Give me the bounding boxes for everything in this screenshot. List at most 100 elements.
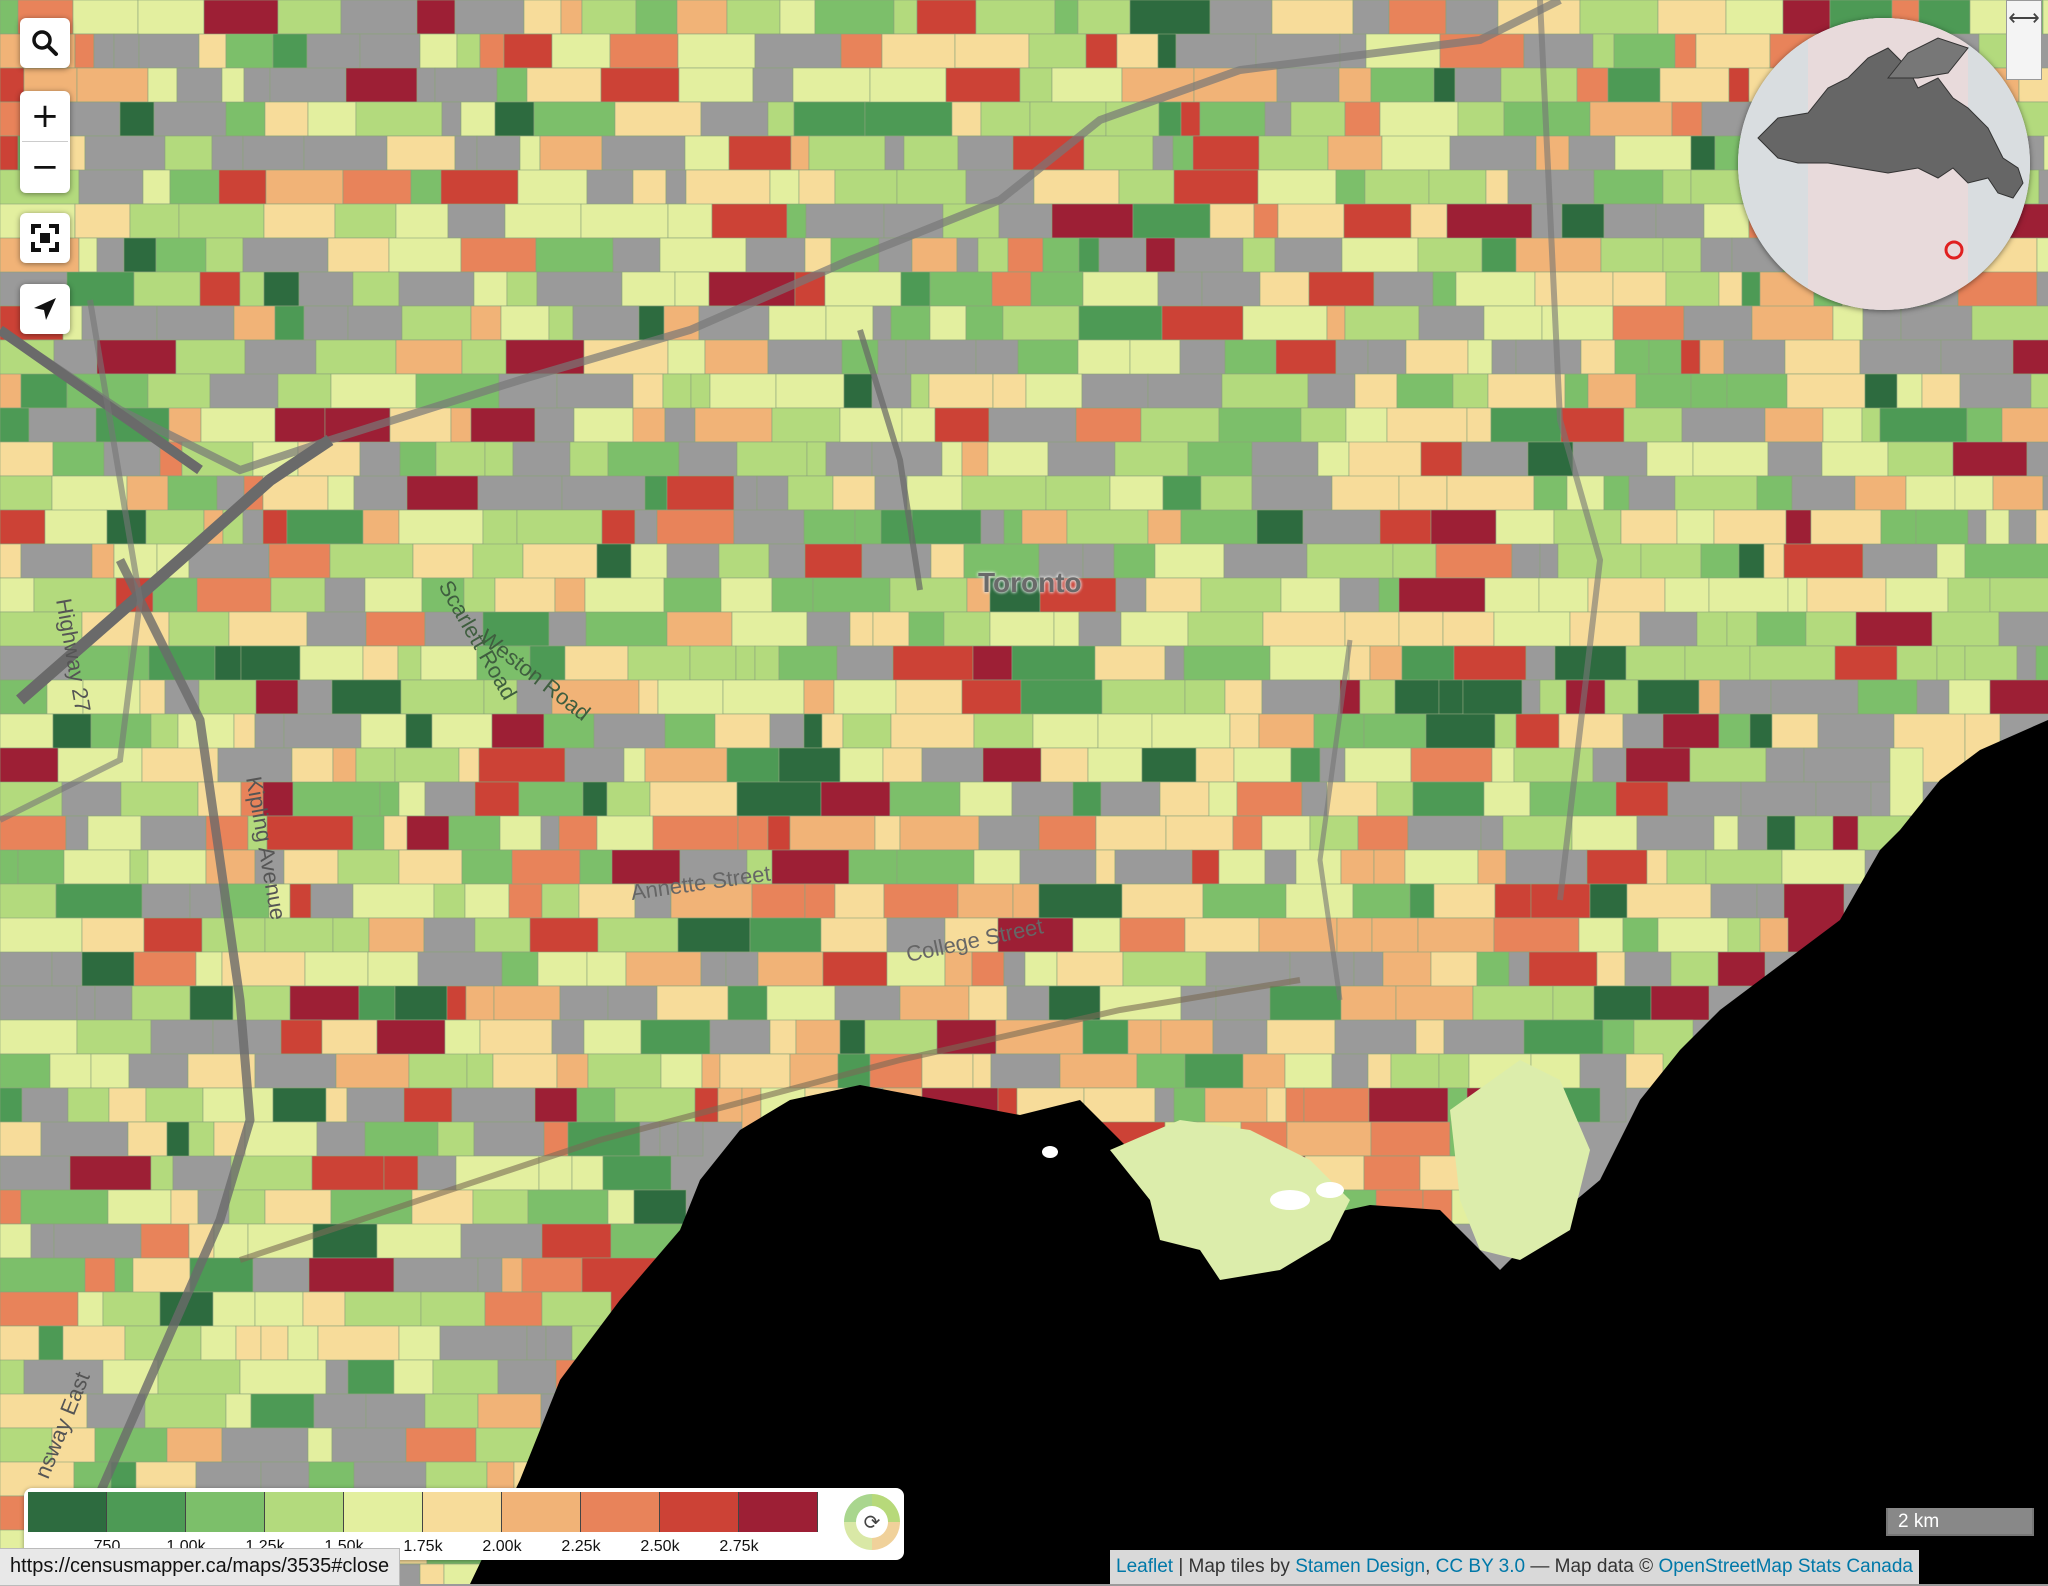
census-tract[interactable] — [1940, 339, 2014, 375]
census-tract[interactable] — [832, 475, 876, 511]
census-tract[interactable] — [694, 407, 773, 443]
census-tract[interactable] — [1674, 33, 1697, 69]
census-tract[interactable] — [501, 951, 539, 987]
census-tract[interactable] — [74, 203, 131, 239]
census-tract[interactable] — [2036, 237, 2048, 273]
census-tract[interactable] — [1242, 305, 1328, 341]
census-tract[interactable] — [775, 373, 845, 409]
census-tract[interactable] — [1382, 951, 1432, 987]
census-tract[interactable] — [1766, 815, 1796, 851]
census-tract[interactable] — [1157, 271, 1203, 307]
census-tract[interactable] — [1224, 679, 1263, 715]
census-tract[interactable] — [1396, 373, 1454, 409]
census-tract[interactable] — [142, 169, 171, 205]
census-tract[interactable] — [379, 781, 400, 817]
census-tract[interactable] — [200, 1325, 237, 1361]
census-tract[interactable] — [1141, 747, 1197, 783]
census-tract[interactable] — [1671, 101, 1703, 137]
census-tract[interactable] — [417, 1155, 457, 1191]
census-tract[interactable] — [346, 1087, 405, 1123]
census-tract[interactable] — [448, 815, 501, 851]
census-tract[interactable] — [806, 441, 827, 477]
census-tract[interactable] — [1592, 747, 1627, 783]
census-tract[interactable] — [1024, 951, 1058, 987]
census-tract[interactable] — [929, 271, 993, 307]
census-tract[interactable] — [398, 509, 484, 545]
census-tract[interactable] — [1078, 237, 1100, 273]
census-tract[interactable] — [473, 1121, 545, 1157]
census-tract[interactable] — [1737, 815, 1768, 851]
census-tract[interactable] — [884, 135, 905, 171]
census-tract[interactable] — [298, 271, 354, 307]
census-tract[interactable] — [353, 475, 408, 511]
census-tract[interactable] — [277, 0, 342, 35]
census-tract[interactable] — [737, 815, 769, 851]
census-tract[interactable] — [205, 237, 244, 273]
census-tract[interactable] — [825, 305, 874, 341]
census-tract[interactable] — [1119, 917, 1186, 953]
census-tract[interactable] — [424, 781, 476, 817]
census-tract[interactable] — [945, 67, 1021, 103]
census-tract[interactable] — [76, 67, 149, 103]
census-tract[interactable] — [1145, 237, 1176, 273]
zoom-in-button[interactable]: + — [20, 91, 70, 141]
census-tract[interactable] — [394, 985, 448, 1021]
census-tract[interactable] — [1989, 679, 2048, 715]
census-tract[interactable] — [1741, 271, 1761, 307]
census-tract[interactable] — [1420, 441, 1463, 477]
census-tract[interactable] — [1713, 509, 1787, 545]
census-tract[interactable] — [2030, 373, 2048, 409]
census-tract[interactable] — [602, 1155, 672, 1191]
census-tract[interactable] — [340, 0, 418, 35]
census-tract[interactable] — [1184, 679, 1226, 715]
census-tract[interactable] — [1787, 577, 1808, 613]
census-tract[interactable] — [836, 645, 894, 681]
census-tract[interactable] — [1453, 645, 1527, 681]
census-tract[interactable] — [808, 135, 886, 171]
census-tract[interactable] — [352, 271, 400, 307]
census-tract[interactable] — [1759, 917, 1789, 953]
census-tract[interactable] — [663, 577, 722, 613]
census-tract[interactable] — [102, 1291, 161, 1327]
census-tract[interactable] — [147, 849, 207, 885]
census-tract[interactable] — [767, 101, 795, 137]
census-tract[interactable] — [1690, 373, 1728, 409]
census-tract[interactable] — [168, 611, 230, 647]
census-tract[interactable] — [1433, 883, 1496, 919]
census-tract[interactable] — [493, 985, 561, 1021]
census-tract[interactable] — [1087, 747, 1143, 783]
census-tract[interactable] — [0, 781, 63, 817]
census-tract[interactable] — [839, 747, 884, 783]
census-tract[interactable] — [52, 441, 105, 477]
census-tract[interactable] — [164, 135, 213, 171]
census-tract[interactable] — [559, 985, 609, 1021]
census-tract[interactable] — [1952, 441, 2028, 477]
census-tract[interactable] — [1002, 305, 1080, 341]
census-tract[interactable] — [401, 305, 472, 341]
census-tract[interactable] — [1667, 781, 1742, 817]
census-tract[interactable] — [1500, 67, 1578, 103]
census-tract[interactable] — [332, 747, 357, 783]
census-tract[interactable] — [1003, 951, 1026, 987]
census-tract[interactable] — [150, 713, 179, 749]
census-tract[interactable] — [69, 1155, 152, 1191]
census-tract[interactable] — [790, 135, 810, 171]
census-tract[interactable] — [961, 679, 1022, 715]
census-tract[interactable] — [1381, 135, 1451, 171]
census-tract[interactable] — [423, 917, 476, 953]
census-tract[interactable] — [1487, 373, 1566, 409]
census-tract[interactable] — [975, 0, 1056, 35]
census-tract[interactable] — [433, 883, 466, 919]
census-tract[interactable] — [1579, 0, 1659, 35]
census-tract[interactable] — [1708, 577, 1789, 613]
census-tract[interactable] — [779, 0, 816, 35]
census-tract[interactable] — [228, 611, 308, 647]
census-tract[interactable] — [1199, 101, 1266, 137]
census-tract[interactable] — [789, 815, 876, 851]
census-tract[interactable] — [76, 985, 96, 1021]
census-tract[interactable] — [303, 305, 349, 341]
census-tract[interactable] — [365, 611, 426, 647]
census-tract[interactable] — [254, 1053, 337, 1089]
census-tract[interactable] — [709, 1019, 771, 1055]
census-tract[interactable] — [701, 1053, 721, 1089]
